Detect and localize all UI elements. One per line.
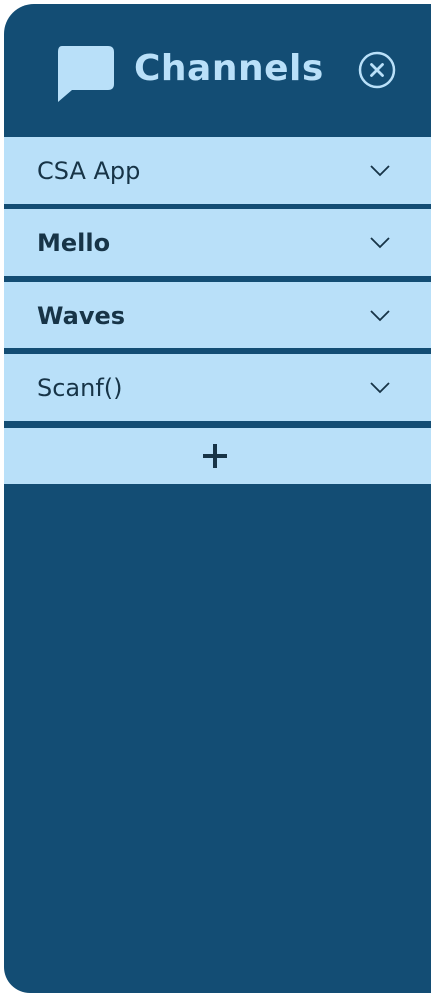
channel-label: Mello	[37, 229, 111, 257]
channel-label: Waves	[37, 302, 126, 330]
channel-item-scanf[interactable]: Scanf()	[4, 354, 431, 421]
panel-header: Channels	[4, 4, 431, 136]
channel-label: Scanf()	[37, 374, 123, 402]
close-circle-icon[interactable]	[358, 51, 396, 89]
chat-bubble-icon	[58, 46, 114, 102]
plus-icon	[203, 444, 227, 468]
channel-label: CSA App	[37, 157, 141, 185]
chevron-down-icon	[370, 237, 390, 249]
page-title: Channels	[134, 48, 324, 89]
chevron-down-icon	[370, 165, 390, 177]
channel-item-mello[interactable]: Mello	[4, 209, 431, 276]
channels-panel: Channels CSA App Mello Waves Scanf()	[4, 4, 431, 993]
add-channel-button[interactable]	[4, 428, 431, 484]
chevron-down-icon	[370, 382, 390, 394]
chevron-down-icon	[370, 310, 390, 322]
channel-item-csa-app[interactable]: CSA App	[4, 137, 431, 204]
channel-item-waves[interactable]: Waves	[4, 282, 431, 348]
